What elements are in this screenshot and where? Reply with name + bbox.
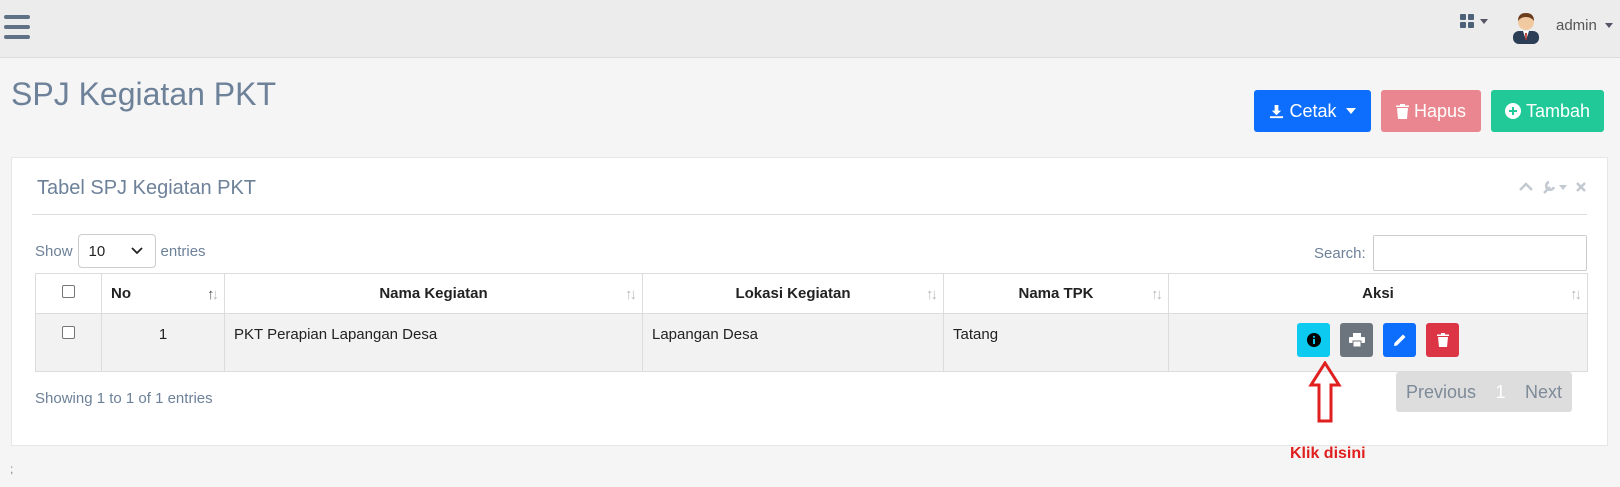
page-1-button[interactable]: 1 bbox=[1496, 382, 1506, 403]
caret-down-icon bbox=[1604, 23, 1613, 28]
info-icon bbox=[1306, 333, 1321, 347]
column-header-lokasi-kegiatan[interactable]: Lokasi Kegiatan ↑↓ bbox=[642, 273, 944, 314]
table-panel: Tabel SPJ Kegiatan PKT Show 10 entries S… bbox=[11, 157, 1608, 446]
menu-toggle-icon[interactable] bbox=[4, 15, 30, 39]
footer-text: ; bbox=[10, 462, 14, 476]
select-all-header bbox=[35, 273, 102, 314]
table-row: 1 PKT Perapian Lapangan Desa Lapangan De… bbox=[35, 313, 1588, 372]
plus-circle-icon bbox=[1504, 103, 1521, 119]
show-label: Show bbox=[35, 242, 73, 260]
sort-asc-icon: ↑↓ bbox=[207, 286, 219, 303]
column-label: Nama TPK bbox=[1018, 285, 1094, 302]
previous-button[interactable]: Previous bbox=[1406, 382, 1476, 403]
wrench-icon[interactable] bbox=[1541, 179, 1557, 195]
trash-icon bbox=[1395, 103, 1409, 119]
user-name: admin bbox=[1556, 17, 1597, 34]
chevron-down-icon bbox=[130, 247, 143, 255]
apps-menu[interactable] bbox=[1460, 14, 1488, 28]
column-label: Lokasi Kegiatan bbox=[735, 285, 851, 302]
cetak-button[interactable]: Cetak bbox=[1254, 90, 1371, 132]
user-menu[interactable]: admin bbox=[1556, 17, 1613, 34]
sort-icon: ↑↓ bbox=[1151, 286, 1163, 303]
search-label: Search: bbox=[1314, 244, 1366, 262]
sort-icon: ↑↓ bbox=[926, 286, 938, 303]
detail-button[interactable] bbox=[1297, 323, 1330, 357]
hapus-button[interactable]: Hapus bbox=[1381, 90, 1481, 132]
cell-nama-tpk: Tatang bbox=[943, 313, 1169, 372]
tambah-label: Tambah bbox=[1525, 100, 1591, 121]
cell-lokasi: Lapangan Desa bbox=[642, 313, 944, 372]
pencil-icon bbox=[1393, 334, 1405, 346]
column-header-nama-kegiatan[interactable]: Nama Kegiatan ↑↓ bbox=[224, 273, 643, 314]
search-control: Search: bbox=[1314, 235, 1587, 271]
panel-title: Tabel SPJ Kegiatan PKT bbox=[37, 177, 257, 199]
cell-aksi bbox=[1168, 313, 1588, 372]
close-icon[interactable] bbox=[1575, 181, 1587, 193]
top-navbar: admin bbox=[0, 0, 1620, 58]
row-select-cell bbox=[35, 313, 102, 372]
column-header-nama-tpk[interactable]: Nama TPK ↑↓ bbox=[943, 273, 1169, 314]
panel-tools bbox=[1519, 179, 1587, 195]
search-input[interactable] bbox=[1372, 235, 1587, 271]
column-header-aksi[interactable]: Aksi ↑↓ bbox=[1168, 273, 1588, 314]
arrow-up-annotation-icon bbox=[1308, 361, 1342, 423]
column-label: No bbox=[111, 285, 131, 302]
print-button[interactable] bbox=[1340, 323, 1373, 357]
edit-button[interactable] bbox=[1383, 323, 1416, 357]
delete-button[interactable] bbox=[1426, 323, 1459, 357]
hapus-label: Hapus bbox=[1413, 100, 1467, 121]
sort-icon: ↑↓ bbox=[625, 286, 637, 303]
select-all-checkbox[interactable] bbox=[62, 285, 75, 298]
table-info: Showing 1 to 1 of 1 entries bbox=[35, 390, 213, 407]
annotation-label: Klik disini bbox=[1290, 445, 1366, 462]
column-header-no[interactable]: No ↑↓ bbox=[101, 273, 225, 314]
entries-value: 10 bbox=[88, 242, 106, 260]
sort-icon: ↑↓ bbox=[1570, 286, 1582, 303]
avatar[interactable] bbox=[1510, 10, 1542, 44]
cell-no: 1 bbox=[101, 313, 225, 372]
row-checkbox[interactable] bbox=[62, 326, 75, 339]
entries-label: entries bbox=[160, 242, 206, 260]
cell-nama-kegiatan: PKT Perapian Lapangan Desa bbox=[224, 313, 643, 372]
caret-down-icon bbox=[1480, 18, 1488, 24]
divider bbox=[32, 214, 1587, 215]
download-icon bbox=[1270, 104, 1284, 118]
column-label: Nama Kegiatan bbox=[379, 285, 488, 302]
caret-down-icon bbox=[1559, 184, 1567, 190]
apps-grid-icon bbox=[1460, 14, 1475, 28]
page-title: SPJ Kegiatan PKT bbox=[11, 76, 277, 112]
entries-select[interactable]: 10 bbox=[77, 234, 156, 268]
next-button[interactable]: Next bbox=[1525, 382, 1562, 403]
caret-down-icon bbox=[1345, 108, 1356, 114]
data-table: No ↑↓ Nama Kegiatan ↑↓ Lokasi Kegiatan ↑… bbox=[35, 273, 1588, 372]
trash-icon bbox=[1436, 333, 1449, 347]
print-icon bbox=[1348, 333, 1365, 347]
table-header-row: No ↑↓ Nama Kegiatan ↑↓ Lokasi Kegiatan ↑… bbox=[35, 273, 1588, 314]
column-label: Aksi bbox=[1362, 285, 1394, 302]
cetak-label: Cetak bbox=[1289, 100, 1337, 121]
pagination: Previous 1 Next bbox=[1396, 372, 1572, 412]
tambah-button[interactable]: Tambah bbox=[1491, 90, 1604, 132]
chevron-up-icon[interactable] bbox=[1519, 182, 1533, 192]
length-control: Show 10 entries bbox=[35, 234, 206, 268]
